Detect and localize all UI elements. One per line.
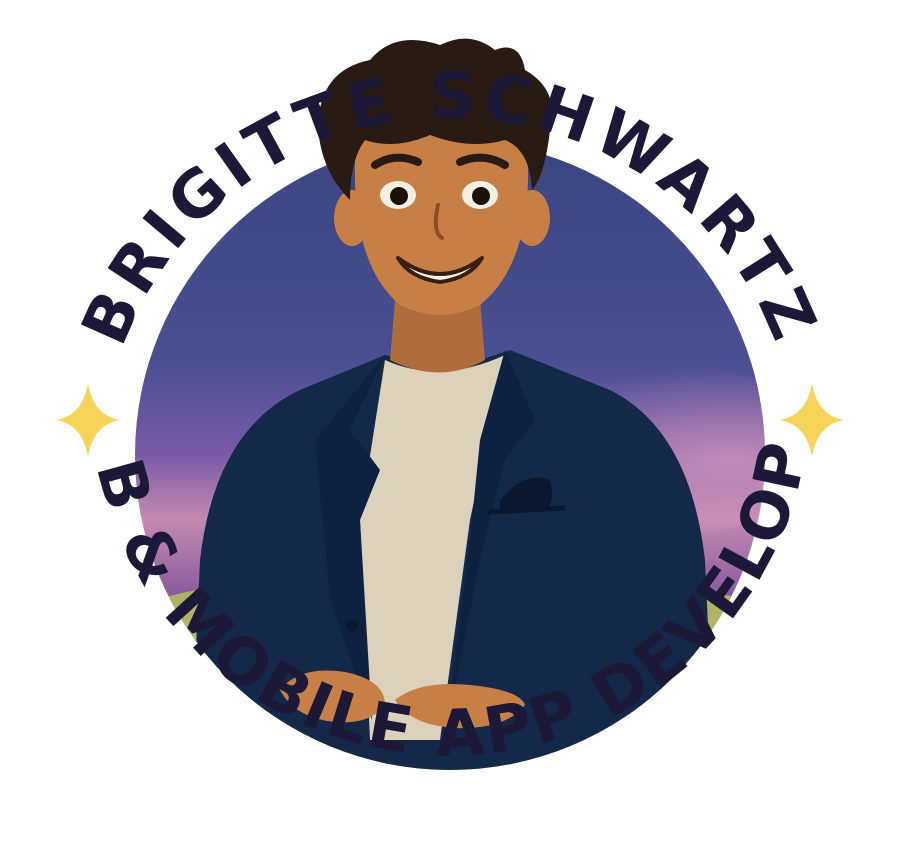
left-sparkle-icon xyxy=(56,383,120,457)
jacket-button xyxy=(346,619,358,631)
profile-badge: BRIGITTE SCHWARTZ WEB & MOBILE APP DEVEL… xyxy=(0,0,844,772)
left-pupil xyxy=(390,187,408,205)
right-pupil xyxy=(472,187,490,205)
